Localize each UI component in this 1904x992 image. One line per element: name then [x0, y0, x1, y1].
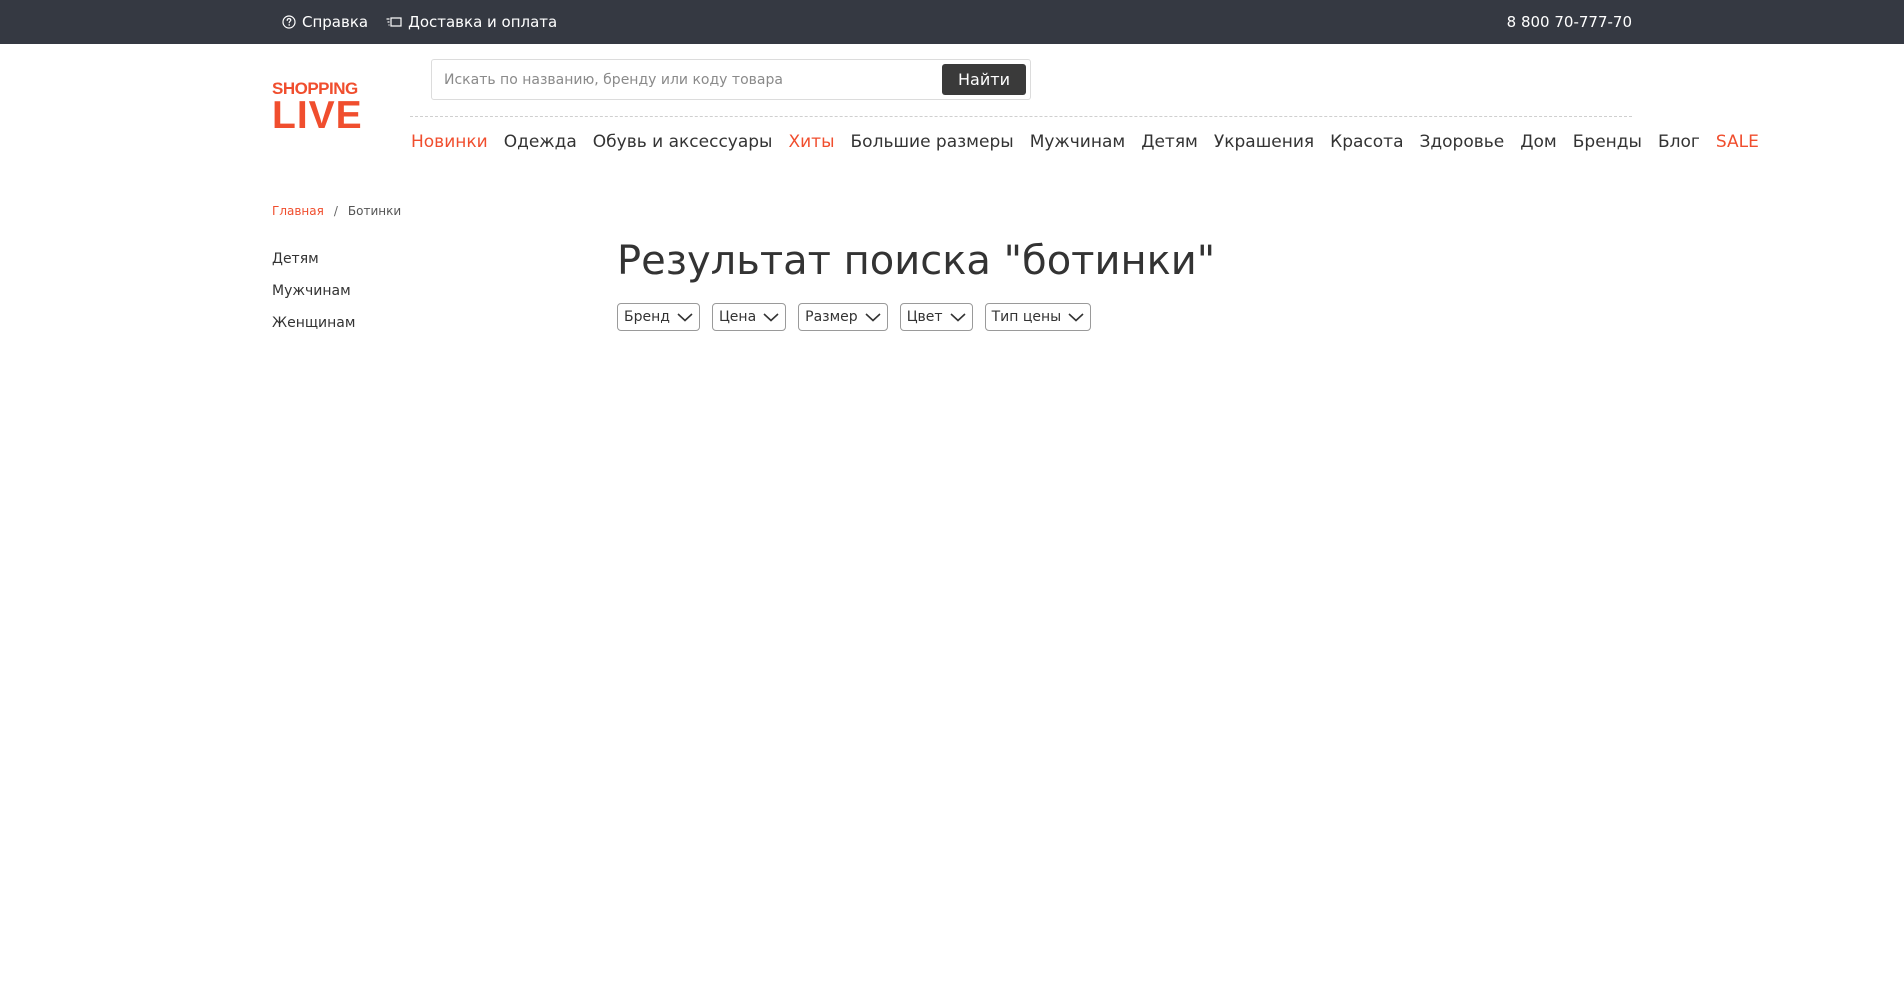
top-bar: Справка Доставка и оплата 8 800 70-777-7…: [0, 0, 1904, 44]
nav-item-shoes-accessories[interactable]: Обувь и аксессуары: [593, 132, 773, 152]
top-links: Справка Доставка и оплата: [282, 0, 557, 44]
nav-item-men[interactable]: Мужчинам: [1030, 132, 1126, 152]
phone-number[interactable]: 8 800 70-777-70: [1507, 0, 1632, 44]
nav-item-home[interactable]: Дом: [1520, 132, 1557, 152]
logo-line-2: LIVE: [272, 94, 363, 137]
chevron-down-icon: [762, 311, 780, 323]
filter-color[interactable]: Цвет: [899, 303, 973, 331]
sidebar-item-men[interactable]: Мужчинам: [272, 280, 355, 312]
filter-label: Тип цены: [991, 309, 1062, 325]
page-title: Результат поиска "ботинки": [617, 238, 1216, 284]
nav-item-sale[interactable]: SALE: [1716, 132, 1759, 152]
delivery-link[interactable]: Доставка и оплата: [386, 13, 557, 31]
nav-item-kids[interactable]: Детям: [1141, 132, 1198, 152]
main-nav: Новинки Одежда Обувь и аксессуары Хиты Б…: [411, 130, 1759, 154]
search-bar: Найти: [431, 59, 1031, 100]
chevron-down-icon: [864, 311, 882, 323]
nav-item-blog[interactable]: Блог: [1658, 132, 1700, 152]
chevron-down-icon: [1067, 311, 1085, 323]
filter-price[interactable]: Цена: [711, 303, 787, 331]
category-sidebar: Детям Мужчинам Женщинам: [272, 248, 355, 344]
breadcrumb: Главная / Ботинки: [272, 204, 401, 218]
nav-item-jewelry[interactable]: Украшения: [1214, 132, 1314, 152]
nav-item-clothing[interactable]: Одежда: [504, 132, 577, 152]
chevron-down-icon: [949, 311, 967, 323]
filter-label: Цвет: [906, 309, 943, 325]
sidebar-item-women[interactable]: Женщинам: [272, 312, 355, 344]
breadcrumb-home[interactable]: Главная: [272, 204, 324, 218]
search-input[interactable]: [432, 60, 932, 99]
chevron-down-icon: [676, 311, 694, 323]
nav-item-brands[interactable]: Бренды: [1573, 132, 1642, 152]
sidebar-item-kids[interactable]: Детям: [272, 248, 355, 280]
question-circle-icon: [282, 15, 296, 29]
filter-label: Бренд: [624, 309, 670, 325]
search-button[interactable]: Найти: [942, 64, 1026, 95]
site-logo[interactable]: SHOPPING LIVE: [272, 80, 368, 136]
delivery-truck-icon: [386, 15, 402, 29]
nav-divider: [410, 116, 1632, 117]
filter-bar: Бренд Цена Размер Цвет Тип цены: [617, 303, 1092, 331]
nav-item-new[interactable]: Новинки: [411, 132, 488, 152]
filter-price-type[interactable]: Тип цены: [984, 303, 1092, 331]
help-link[interactable]: Справка: [282, 13, 368, 31]
filter-size[interactable]: Размер: [798, 303, 888, 331]
filter-label: Размер: [805, 309, 858, 325]
nav-item-beauty[interactable]: Красота: [1330, 132, 1403, 152]
breadcrumb-separator: /: [333, 204, 338, 218]
nav-item-plus-sizes[interactable]: Большие размеры: [851, 132, 1014, 152]
breadcrumb-current: Ботинки: [347, 204, 402, 218]
nav-item-health[interactable]: Здоровье: [1420, 132, 1505, 152]
filter-brand[interactable]: Бренд: [617, 303, 700, 331]
help-label: Справка: [302, 13, 369, 31]
nav-item-hits[interactable]: Хиты: [788, 132, 834, 152]
filter-label: Цена: [718, 309, 757, 325]
delivery-label: Доставка и оплата: [408, 13, 558, 31]
